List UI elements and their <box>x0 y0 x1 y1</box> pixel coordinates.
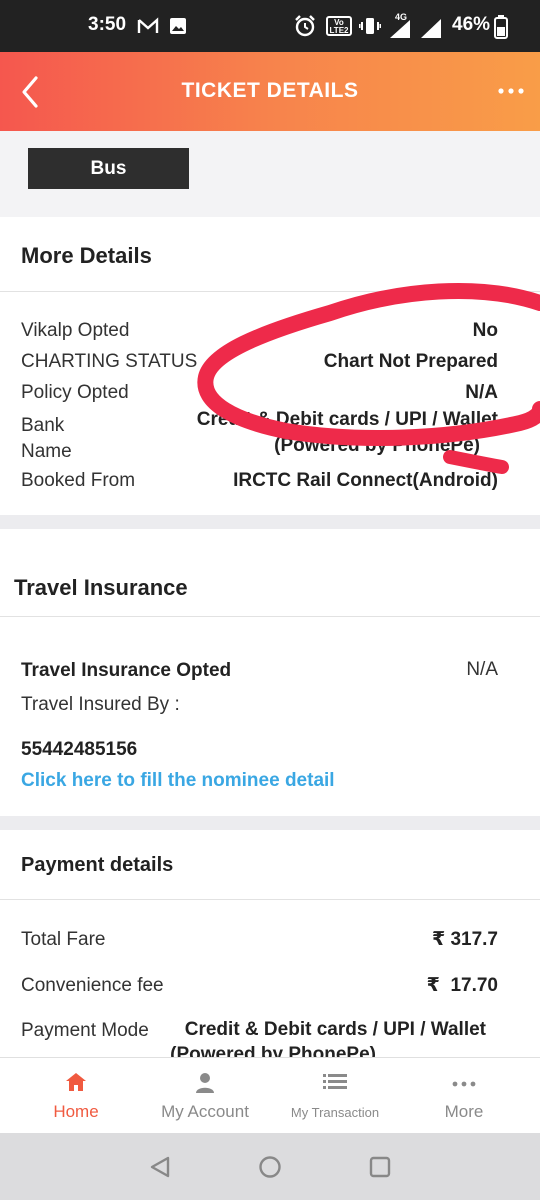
nominee-link[interactable]: Click here to fill the nominee detail <box>21 770 335 792</box>
list-icon <box>323 1074 347 1089</box>
app-bar: TICKET DETAILS <box>0 52 540 131</box>
overflow-menu-icon[interactable] <box>496 78 526 104</box>
system-recents-icon[interactable] <box>368 1155 392 1179</box>
payment-details-card: Payment details Total Fare ₹ 317.7 Conve… <box>0 830 540 1057</box>
volte-icon: Vo LTE2 <box>326 16 352 36</box>
payment-details-heading: Payment details <box>21 854 174 876</box>
gallery-icon <box>170 18 186 34</box>
volte-label: LTE2 <box>329 26 349 35</box>
convenience-fee-value: ₹ 17.70 <box>426 975 498 996</box>
page-title: TICKET DETAILS <box>181 79 359 102</box>
status-time: 3:50 <box>88 14 127 35</box>
system-home-icon[interactable] <box>258 1155 282 1179</box>
insurance-opted-value: N/A <box>466 659 498 680</box>
nav-my-transaction-label: My Transaction <box>290 1105 380 1120</box>
total-fare-value: ₹ 317.7 <box>431 929 498 950</box>
home-icon <box>66 1073 86 1091</box>
payment-mode-label: Payment Mode <box>21 1020 149 1041</box>
total-fare-label: Total Fare <box>21 929 106 950</box>
more-dots-icon <box>452 1081 476 1087</box>
travel-insurance-heading: Travel Insurance <box>14 575 188 600</box>
more-details-card: More Details Vikalp Opted No CHARTING ST… <box>0 217 540 515</box>
divider <box>0 899 540 900</box>
nav-my-account[interactable]: My Account <box>145 1058 265 1134</box>
battery-icon <box>494 15 508 39</box>
bottom-navigation: Home My Account My Transaction More <box>0 1057 540 1133</box>
gmail-icon <box>137 17 159 33</box>
policy-number: 55442485156 <box>21 739 138 760</box>
divider <box>0 616 540 617</box>
nav-more-label: More <box>444 1102 484 1121</box>
battery-percent: 46% <box>452 14 491 35</box>
status-bar: 3:50 Vo LTE2 4G 46% <box>0 0 540 52</box>
alarm-icon <box>295 15 315 37</box>
travel-insurance-card: Travel Insurance Travel Insurance Opted … <box>0 529 540 816</box>
insured-by-label: Travel Insured By : <box>21 694 180 715</box>
nav-my-account-label: My Account <box>161 1102 249 1121</box>
nav-home[interactable]: Home <box>16 1058 136 1134</box>
system-back-icon[interactable] <box>148 1155 172 1179</box>
insurance-opted-label: Travel Insurance Opted <box>21 660 232 681</box>
mode-selector: Bus <box>0 131 540 217</box>
nav-my-transaction[interactable]: My Transaction <box>275 1058 395 1134</box>
red-scribble-annotation <box>197 282 540 474</box>
signal-icon <box>421 19 441 38</box>
nav-home-label: Home <box>53 1102 99 1121</box>
vibrate-icon <box>359 18 381 34</box>
bus-button[interactable]: Bus <box>28 148 189 189</box>
person-icon <box>196 1073 214 1093</box>
nav-more[interactable]: More <box>404 1058 524 1134</box>
payment-mode-value: Credit & Debit cards / UPI / Wallet <box>184 1019 486 1040</box>
convenience-fee-label: Convenience fee <box>21 975 164 996</box>
payment-mode-value-line2: (Powered by PhonePe) <box>170 1044 376 1057</box>
signal-4g-icon <box>390 20 410 38</box>
system-navigation-bar <box>0 1133 540 1200</box>
